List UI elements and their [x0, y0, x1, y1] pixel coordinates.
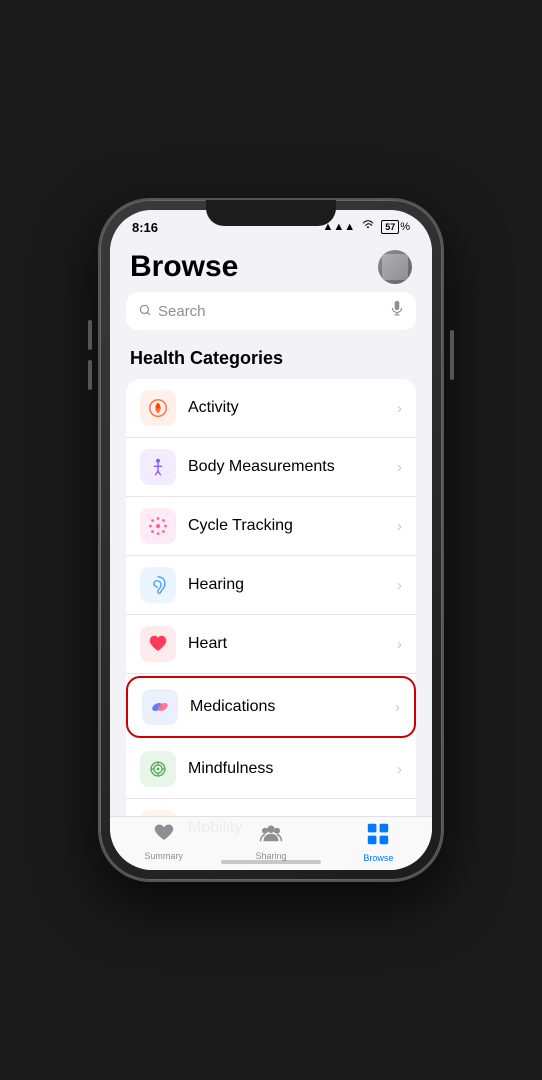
body-icon: [140, 449, 176, 485]
browse-tab-label: Browse: [363, 853, 393, 863]
list-item[interactable]: Body Measurements ›: [126, 438, 416, 497]
list-item[interactable]: Activity ›: [126, 379, 416, 438]
categories-list: Activity ›: [126, 379, 416, 846]
phone-frame: 8:16 ▲▲▲ 57% Browse: [100, 200, 442, 880]
cycle-icon: [140, 508, 176, 544]
medications-icon: [142, 689, 178, 725]
list-item[interactable]: Mindfulness ›: [126, 740, 416, 799]
activity-label: Activity: [188, 399, 397, 417]
search-placeholder: Search: [158, 303, 384, 320]
avatar-image: [382, 254, 408, 280]
list-item[interactable]: Heart ›: [126, 615, 416, 674]
home-indicator: [221, 860, 321, 864]
list-item[interactable]: Hearing ›: [126, 556, 416, 615]
notch: [206, 200, 336, 226]
heart-label: Heart: [188, 635, 397, 653]
body-label: Body Measurements: [188, 458, 397, 476]
section-header: Health Categories: [110, 344, 432, 379]
phone-screen: 8:16 ▲▲▲ 57% Browse: [110, 210, 432, 870]
chevron-icon: ›: [397, 459, 402, 476]
chevron-icon: ›: [397, 518, 402, 535]
battery-icon: 57%: [381, 220, 410, 234]
page-title: Browse: [130, 250, 238, 284]
chevron-icon: ›: [397, 636, 402, 653]
avatar[interactable]: [378, 250, 412, 284]
search-bar[interactable]: Search: [126, 292, 416, 330]
chevron-icon: ›: [397, 577, 402, 594]
volume-down-button: [88, 360, 92, 390]
chevron-icon: ›: [397, 400, 402, 417]
power-button: [450, 330, 454, 380]
heart-icon: [140, 626, 176, 662]
status-time: 8:16: [132, 220, 158, 235]
medications-list-item[interactable]: Medications ›: [126, 676, 416, 738]
chevron-icon: ›: [395, 699, 400, 716]
summary-tab-label: Summary: [144, 851, 183, 861]
cycle-label: Cycle Tracking: [188, 517, 397, 535]
screen-content[interactable]: Browse Search: [110, 240, 432, 846]
mindfulness-label: Mindfulness: [188, 760, 397, 778]
browse-tab-icon: [367, 823, 389, 851]
volume-up-button: [88, 320, 92, 350]
wifi-icon: [360, 218, 376, 236]
tab-browse[interactable]: Browse: [325, 823, 432, 863]
status-icons: ▲▲▲ 57%: [323, 218, 410, 236]
hearing-icon: [140, 567, 176, 603]
search-icon: [138, 303, 152, 320]
header: Browse: [110, 240, 432, 292]
mindfulness-icon: [140, 751, 176, 787]
chevron-icon: ›: [397, 761, 402, 778]
sharing-tab-icon: [259, 823, 283, 849]
microphone-icon[interactable]: [390, 300, 404, 322]
summary-tab-icon: [153, 823, 175, 849]
tab-summary[interactable]: Summary: [110, 823, 217, 861]
medications-label: Medications: [190, 698, 395, 716]
activity-icon: [140, 390, 176, 426]
list-item[interactable]: Cycle Tracking ›: [126, 497, 416, 556]
hearing-label: Hearing: [188, 576, 397, 594]
tab-sharing[interactable]: Sharing: [217, 823, 324, 861]
